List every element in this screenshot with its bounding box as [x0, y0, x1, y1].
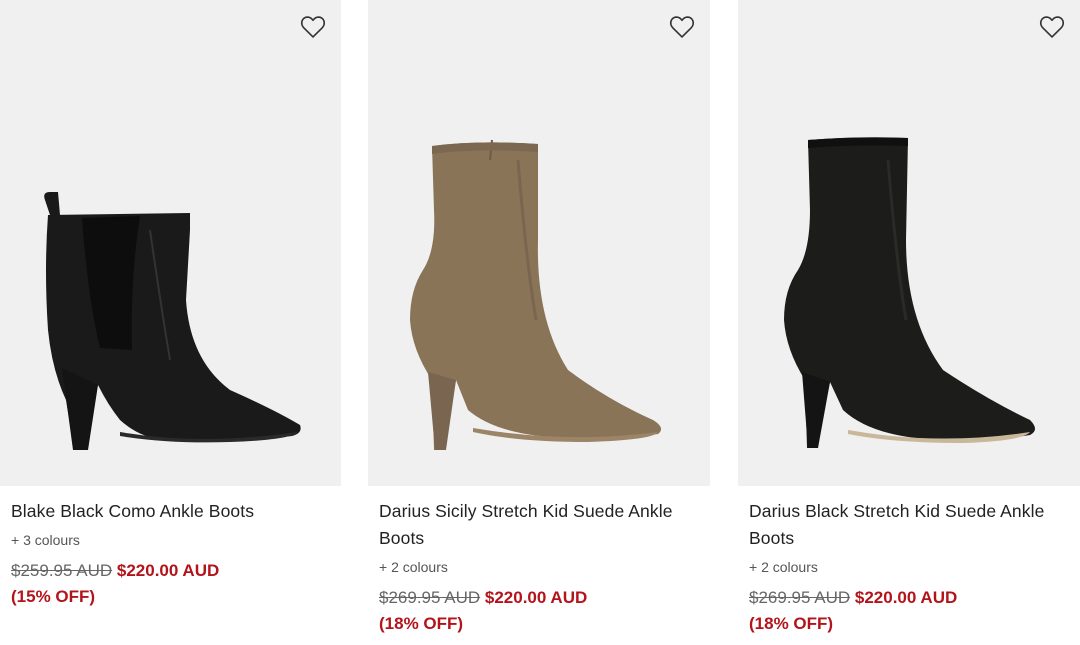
original-price: $269.95 AUD: [379, 588, 481, 607]
colour-count[interactable]: + 3 colours: [11, 530, 331, 550]
wishlist-button[interactable]: [668, 13, 696, 41]
sale-price: $220.00 AUD: [484, 588, 588, 607]
price-row: $269.95 AUD $220.00 AUD: [749, 585, 1070, 611]
price-row: $259.95 AUD $220.00 AUD: [11, 558, 331, 584]
discount-label: (18% OFF): [749, 614, 834, 633]
product-card[interactable]: Blake Black Como Ankle Boots + 3 colours…: [0, 0, 341, 645]
product-info: Darius Black Stretch Kid Suede Ankle Boo…: [749, 498, 1070, 637]
product-info: Darius Sicily Stretch Kid Suede Ankle Bo…: [379, 498, 700, 637]
product-card[interactable]: Darius Black Stretch Kid Suede Ankle Boo…: [738, 0, 1080, 645]
original-price: $259.95 AUD: [11, 561, 113, 580]
discount-label: (18% OFF): [379, 614, 464, 633]
wishlist-button[interactable]: [299, 13, 327, 41]
colour-count[interactable]: + 2 colours: [749, 557, 1070, 577]
heart-outline-icon: [1039, 16, 1065, 38]
colour-count[interactable]: + 2 colours: [379, 557, 700, 577]
product-title[interactable]: Blake Black Como Ankle Boots: [11, 498, 331, 525]
product-info: Blake Black Como Ankle Boots + 3 colours…: [11, 498, 331, 610]
product-image[interactable]: [368, 0, 710, 486]
product-image[interactable]: [738, 0, 1080, 486]
sale-price: $220.00 AUD: [116, 561, 220, 580]
product-title[interactable]: Darius Black Stretch Kid Suede Ankle Boo…: [749, 498, 1070, 552]
discount-label: (15% OFF): [11, 587, 96, 606]
product-title[interactable]: Darius Sicily Stretch Kid Suede Ankle Bo…: [379, 498, 700, 552]
heart-outline-icon: [300, 16, 326, 38]
wishlist-button[interactable]: [1038, 13, 1066, 41]
price-row: $269.95 AUD $220.00 AUD: [379, 585, 700, 611]
heart-outline-icon: [669, 16, 695, 38]
product-grid: Blake Black Como Ankle Boots + 3 colours…: [0, 0, 1080, 645]
original-price: $269.95 AUD: [749, 588, 851, 607]
sock-boot-image: [410, 139, 662, 450]
sale-price: $220.00 AUD: [854, 588, 958, 607]
product-card[interactable]: Darius Sicily Stretch Kid Suede Ankle Bo…: [368, 0, 710, 645]
sock-boot-image: [784, 137, 1035, 449]
chelsea-boot-image: [44, 192, 301, 450]
product-image[interactable]: [0, 0, 341, 486]
